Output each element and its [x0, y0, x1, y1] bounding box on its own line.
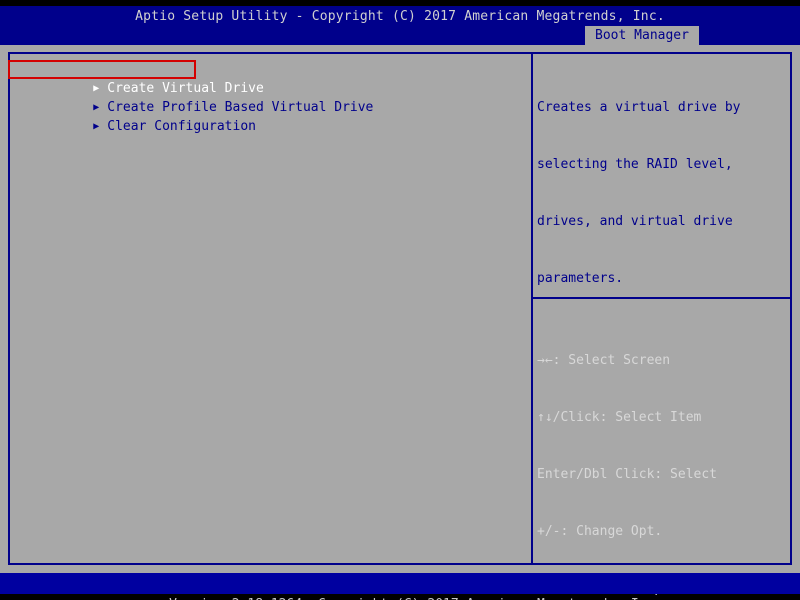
- key-hint: Enter/Dbl Click: Select: [537, 465, 717, 484]
- menu-item-label: Clear Configuration: [107, 119, 256, 134]
- help-panel: Creates a virtual drive by selecting the…: [533, 54, 790, 563]
- key-hint: +/-: Change Opt.: [537, 522, 717, 541]
- help-text: Creates a virtual drive by selecting the…: [537, 60, 741, 326]
- help-text-line: selecting the RAID level,: [537, 155, 741, 174]
- header-bar: Aptio Setup Utility - Copyright (C) 2017…: [0, 6, 800, 45]
- footer-bar: Version 2.18.1264. Copyright (C) 2017 Am…: [0, 573, 800, 594]
- key-hint: ↑↓/Click: Select Item: [537, 408, 717, 427]
- menu-item-clear-configuration[interactable]: ▶Clear Configuration: [10, 98, 531, 117]
- help-panel-divider: [533, 297, 790, 299]
- selection-box: [8, 60, 196, 79]
- help-text-line: Creates a virtual drive by: [537, 98, 741, 117]
- menu-item-create-virtual-drive[interactable]: ▶Create Virtual Drive: [10, 60, 531, 79]
- key-hints-legend: →←: Select Screen ↑↓/Click: Select Item …: [537, 313, 717, 600]
- menu-item-create-profile-based-virtual-drive[interactable]: ▶Create Profile Based Virtual Drive: [10, 79, 531, 98]
- help-text-line: drives, and virtual drive: [537, 212, 741, 231]
- key-hint: →←: Select Screen: [537, 351, 717, 370]
- panels-frame: ▶Create Virtual Drive ▶Create Profile Ba…: [8, 52, 792, 565]
- bios-setup-screen: Aptio Setup Utility - Copyright (C) 2017…: [0, 0, 800, 600]
- app-title: Aptio Setup Utility - Copyright (C) 2017…: [0, 9, 800, 24]
- help-text-line: parameters.: [537, 269, 741, 288]
- submenu-arrow-icon: ▶: [93, 117, 107, 136]
- tab-boot-manager[interactable]: Boot Manager: [585, 26, 699, 45]
- main-area: ▶Create Virtual Drive ▶Create Profile Ba…: [0, 45, 800, 573]
- menu-panel: ▶Create Virtual Drive ▶Create Profile Ba…: [10, 54, 531, 117]
